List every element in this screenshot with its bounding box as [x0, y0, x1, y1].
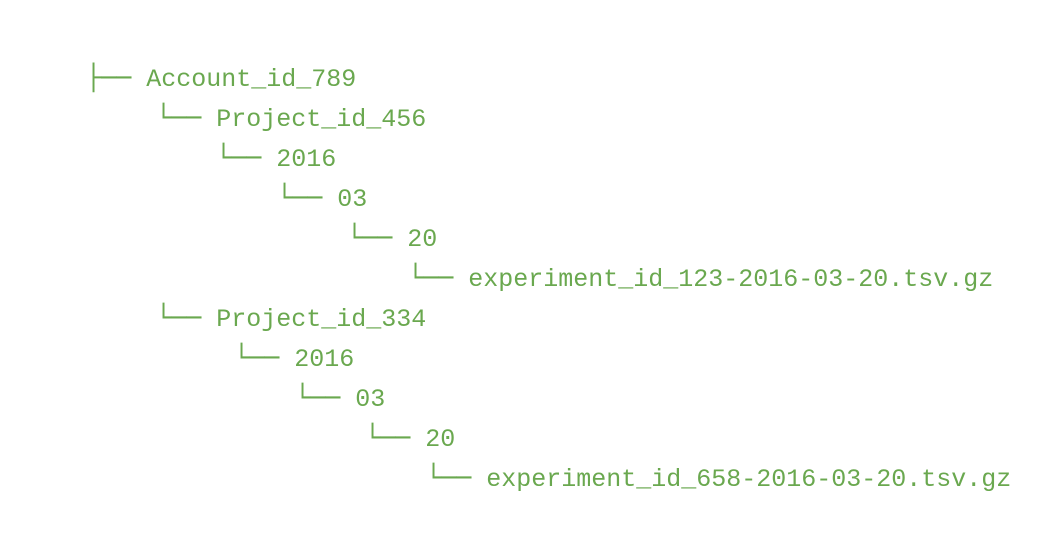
tree-node-file[interactable]: └── experiment_id_658-2016-03-20.tsv.gz: [366, 418, 1011, 540]
tree-node-file[interactable]: └── experiment_id_123-2016-03-20.tsv.gz: [348, 218, 993, 340]
node-label: experiment_id_123-2016-03-20.tsv.gz: [468, 265, 994, 294]
branch-connector: └──: [426, 463, 472, 492]
directory-tree: ├── Account_id_789 └── Project_id_456 └─…: [0, 0, 1064, 494]
